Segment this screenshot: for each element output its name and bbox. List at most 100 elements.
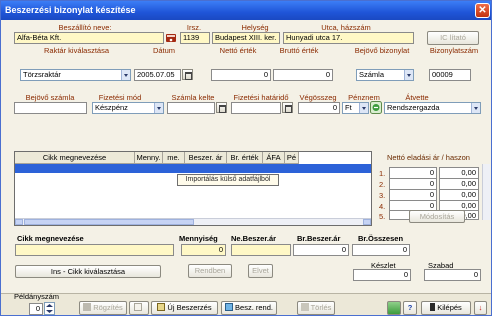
preview-button[interactable]	[129, 301, 149, 315]
doc-number-field: 00009	[429, 69, 471, 81]
gross-purchase-price-label: Br.Beszer.ár	[297, 234, 341, 243]
calendar-icon[interactable]	[282, 102, 293, 113]
save-icon	[83, 303, 92, 311]
zip-field[interactable]: 1139	[180, 32, 210, 44]
incoming-invoice-field[interactable]	[14, 102, 87, 114]
date-label: Dátum	[152, 46, 176, 55]
price-panel-title: Nettó eladási ár / haszon	[387, 153, 470, 162]
address-book-icon[interactable]	[165, 31, 177, 44]
refresh-icon[interactable]	[387, 301, 401, 315]
warehouse-label: Raktár kiválasztása	[43, 46, 110, 55]
scroll-thumb[interactable]	[24, 219, 194, 225]
receiver-select-value: Rendszergazda	[387, 103, 440, 112]
invoice-date-label: Számla kelte	[171, 93, 215, 102]
receiver-label: Átvette	[405, 93, 429, 102]
column-header-quantity[interactable]: Menny.	[135, 152, 163, 164]
column-header-gross-value[interactable]: Br. érték	[227, 152, 263, 164]
bottom-toolbar: Példányszám 0 Rögzítés Új Beszerzés Besz…	[1, 292, 491, 315]
context-menu-import[interactable]: Importálás külső adatfájlból	[177, 174, 279, 186]
discard-button[interactable]: Elvet	[248, 264, 273, 278]
help-icon[interactable]: ?	[403, 301, 417, 315]
calendar-icon[interactable]	[182, 69, 193, 80]
new-purchase-button[interactable]: Új Beszerzés	[151, 301, 218, 315]
ic-lookup-button[interactable]: IC lítató	[427, 31, 479, 45]
record-button-label: Rögzítés	[93, 303, 123, 312]
receiver-select[interactable]: Rendszergazda	[384, 102, 481, 114]
title-bar: Beszerzési bizonylat készítése ✕	[1, 1, 491, 20]
currency-select-value: Ft	[345, 103, 352, 112]
payment-due-field[interactable]	[231, 102, 281, 114]
total-label: Végösszeg	[299, 93, 337, 102]
scroll-left-icon[interactable]	[15, 219, 23, 225]
column-header-vat[interactable]: ÁFA	[263, 152, 285, 164]
column-header-purchase-price[interactable]: Beszer. ár	[185, 152, 227, 164]
column-header-currency[interactable]: Pé	[285, 152, 299, 164]
trash-icon	[300, 303, 309, 311]
purchase-order-button-label: Besz. rend.	[235, 303, 273, 312]
date-field[interactable]: 2005.07.05	[134, 69, 181, 81]
net-purchase-price-label: Ne.Beszer.ár	[231, 234, 277, 243]
grid-horizontal-scrollbar[interactable]	[15, 218, 371, 225]
gross-purchase-price-field[interactable]: 0	[293, 244, 349, 256]
net-value-field: 0	[211, 69, 271, 81]
incoming-doc-label: Bejövő bizonylat	[354, 46, 410, 55]
modify-button-label: Módosítás	[419, 212, 455, 221]
column-header-item-name[interactable]: Cikk megnevezése	[15, 152, 135, 164]
items-grid[interactable]: Cikk megnevezése Menny. me. Beszer. ár B…	[14, 151, 372, 226]
incoming-doc-select[interactable]: Számla	[356, 69, 414, 81]
price-row-number: 1.	[379, 169, 386, 178]
chevron-down-icon[interactable]	[121, 70, 130, 80]
street-field[interactable]: Hunyadi utca 17.	[283, 32, 414, 44]
exit-button[interactable]: Kilépés	[421, 301, 471, 315]
free-stock-field: 0	[424, 269, 481, 281]
exit-button-label: Kilépés	[437, 303, 462, 312]
order-icon	[225, 303, 234, 311]
chevron-down-icon[interactable]	[154, 103, 163, 113]
ok-button-label: Rendben	[194, 266, 226, 275]
select-item-button[interactable]: Ins - Cikk kiválasztása	[15, 265, 161, 278]
copies-label: Példányszám	[14, 292, 60, 301]
incoming-doc-select-value: Számla	[359, 70, 385, 79]
quantity-field[interactable]: 0	[181, 244, 226, 256]
scroll-right-icon[interactable]	[363, 219, 371, 225]
price-panel-scrollbar[interactable]	[482, 164, 490, 220]
currency-select[interactable]: Ft	[342, 102, 369, 114]
column-header-unit[interactable]: me.	[163, 152, 185, 164]
table-row-selected[interactable]	[15, 164, 371, 173]
delete-button[interactable]: Törlés	[297, 301, 335, 315]
select-item-button-label: Ins - Cikk kiválasztása	[50, 267, 126, 276]
ok-button[interactable]: Rendben	[188, 264, 232, 278]
payment-method-select-value: Készpénz	[95, 103, 128, 112]
preview-icon	[134, 303, 142, 311]
copies-spinner-icon[interactable]	[44, 302, 55, 315]
price-row-number: 4.	[379, 202, 386, 211]
payment-method-select[interactable]: Készpénz	[92, 102, 164, 114]
supplier-field[interactable]: Alfa-Béta Kft.	[14, 32, 164, 44]
close-icon[interactable]: ✕	[475, 3, 490, 18]
stock-field: 0	[353, 269, 411, 281]
gross-total-field: 0	[352, 244, 410, 256]
warehouse-select[interactable]: Törzsraktár	[20, 69, 131, 81]
net-purchase-price-field[interactable]	[231, 244, 291, 256]
calendar-icon[interactable]	[216, 102, 227, 113]
invoice-date-field[interactable]	[167, 102, 215, 114]
record-button[interactable]: Rögzítés	[79, 301, 127, 315]
item-name-label: Cikk megnevezése	[17, 234, 84, 243]
total-field: 0	[298, 102, 340, 114]
chevron-down-icon[interactable]	[404, 70, 413, 80]
city-field[interactable]: Budapest XIII. ker.	[212, 32, 280, 44]
gross-value-field: 0	[273, 69, 333, 81]
price-row-number: 2.	[379, 180, 386, 189]
copies-field[interactable]: 0	[29, 303, 43, 315]
warehouse-select-value: Törzsraktár	[23, 70, 61, 79]
chevron-down-icon[interactable]	[471, 103, 480, 113]
document-icon	[157, 303, 166, 311]
currency-rate-icon[interactable]	[370, 101, 382, 114]
chevron-down-icon[interactable]	[359, 103, 368, 113]
item-name-field[interactable]	[15, 244, 174, 256]
door-icon	[430, 303, 436, 311]
arrow-down-icon[interactable]: ↓	[474, 301, 487, 315]
purchase-order-button[interactable]: Besz. rend.	[221, 301, 277, 315]
delete-button-label: Törlés	[310, 303, 332, 312]
modify-button[interactable]: Módosítás	[409, 210, 465, 223]
